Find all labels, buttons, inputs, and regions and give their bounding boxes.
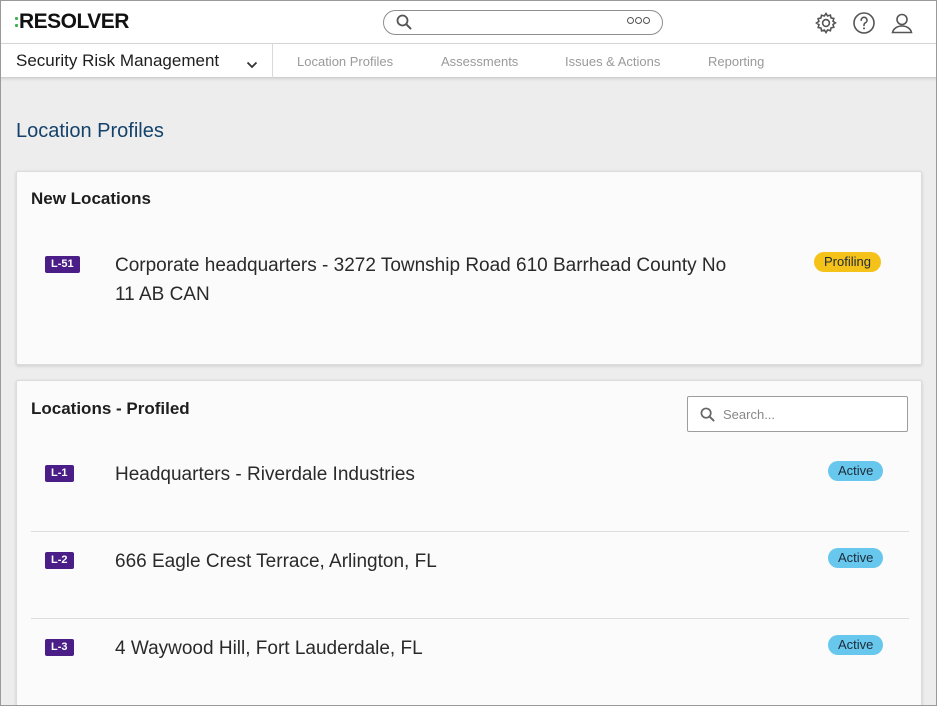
location-name: Headquarters - Riverdale Industries xyxy=(115,464,415,485)
list-item[interactable]: L-2 666 Eagle Crest Terrace, Arlington, … xyxy=(17,538,923,618)
status-badge: Profiling xyxy=(814,252,881,272)
status-badge: Active xyxy=(828,635,884,655)
app-name: Security Risk Management xyxy=(16,51,220,70)
card-title-profiled: Locations - Profiled xyxy=(31,399,190,418)
top-header: RESOLVER xyxy=(0,0,937,44)
location-name: 666 Eagle Crest Terrace, Arlington, FL xyxy=(115,551,437,572)
app-navigation: Security Risk Management Location Profil… xyxy=(0,44,937,78)
profiled-locations-card: Locations - Profiled L-1 Headquarters - … xyxy=(16,380,922,706)
user-icon[interactable] xyxy=(890,11,914,35)
list-item[interactable]: L-3 4 Waywood Hill, Fort Lauderdale, FL … xyxy=(17,625,923,705)
search-field[interactable] xyxy=(687,396,908,432)
id-badge: L-51 xyxy=(45,256,80,273)
id-badge: L-2 xyxy=(45,552,74,569)
chevron-down-icon xyxy=(246,56,258,74)
divider xyxy=(31,531,909,532)
status-badge: Active xyxy=(828,548,884,568)
logo-dots xyxy=(15,12,18,32)
tab-assessments[interactable]: Assessments xyxy=(441,54,518,69)
gear-icon[interactable] xyxy=(814,11,838,35)
new-locations-card: New Locations L-51 Corporate headquarter… xyxy=(16,171,922,365)
resolver-logo[interactable]: RESOLVER xyxy=(15,10,129,33)
logo-text: RESOLVER xyxy=(19,10,129,33)
location-name: Corporate headquarters - 3272 Township R… xyxy=(115,251,795,309)
app-switcher[interactable]: Security Risk Management xyxy=(0,44,273,78)
location-name: 4 Waywood Hill, Fort Lauderdale, FL xyxy=(115,638,423,659)
location-name-line-1: Corporate headquarters - 3272 Township R… xyxy=(115,255,727,276)
help-icon[interactable] xyxy=(852,11,876,35)
more-options-icon[interactable] xyxy=(627,17,650,24)
page-title: Location Profiles xyxy=(16,120,164,142)
divider xyxy=(31,618,909,619)
search-icon xyxy=(396,14,412,35)
id-badge: L-1 xyxy=(45,465,74,482)
tab-reporting[interactable]: Reporting xyxy=(708,54,764,69)
global-search-bar[interactable] xyxy=(383,10,663,35)
card-title-new-locations: New Locations xyxy=(31,189,151,208)
status-badge: Active xyxy=(828,461,884,481)
search-input[interactable] xyxy=(723,405,898,423)
search-icon xyxy=(700,407,715,427)
list-item[interactable]: L-1 Headquarters - Riverdale Industries … xyxy=(17,451,923,531)
tab-issues-actions[interactable]: Issues & Actions xyxy=(565,54,660,69)
location-name-line-2: 11 AB CAN xyxy=(115,284,210,305)
id-badge: L-3 xyxy=(45,639,74,656)
tab-location-profiles[interactable]: Location Profiles xyxy=(297,54,393,69)
list-item[interactable]: L-51 Corporate headquarters - 3272 Towns… xyxy=(17,242,923,322)
